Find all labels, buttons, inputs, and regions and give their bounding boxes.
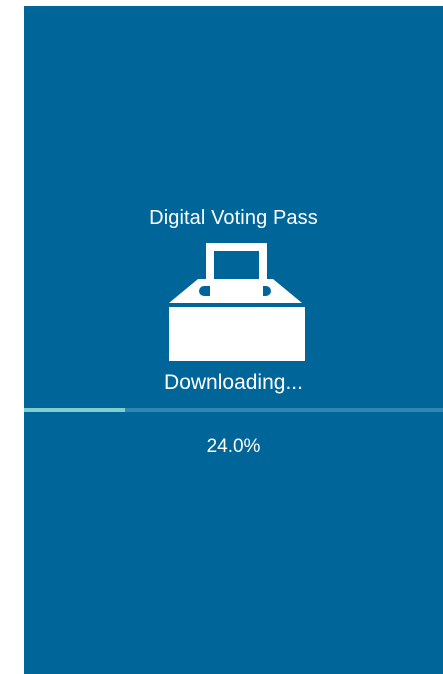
download-status: Downloading... (164, 371, 303, 394)
ballot-box-icon (169, 243, 305, 361)
download-screen: Digital Voting Pass Downloading... 24.0% (24, 6, 443, 674)
progress-percent: 24.0% (206, 436, 261, 457)
progress-bar (24, 408, 443, 412)
app-title: Digital Voting Pass (149, 207, 318, 229)
progress-bar-fill (24, 408, 125, 412)
